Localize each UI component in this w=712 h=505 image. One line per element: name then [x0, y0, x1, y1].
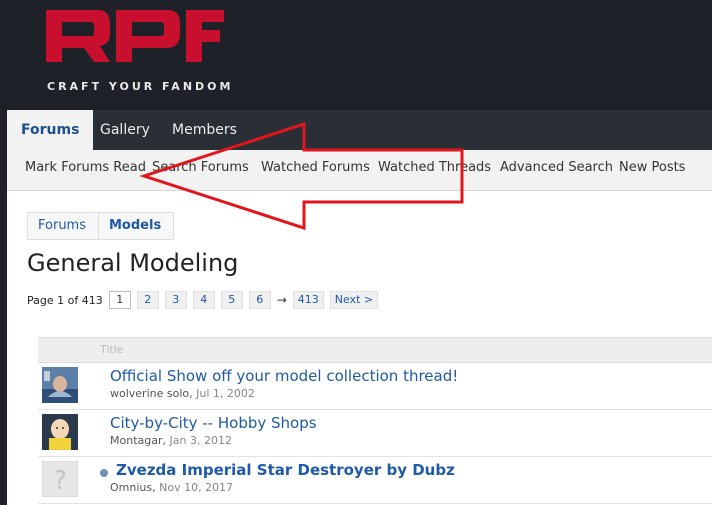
main-content: Forums Models General Modeling Page 1 of…: [7, 191, 712, 505]
thread-meta: Omnius, Nov 10, 2017: [110, 481, 234, 494]
main-nav: Forums Gallery Members: [7, 110, 712, 150]
thread-title-link[interactable]: Zvezda Imperial Star Destroyer by Dubz: [116, 461, 455, 479]
page-link-last[interactable]: 413: [292, 291, 324, 309]
thread-row: ? Zvezda Imperial Star Destroyer by Dubz…: [38, 457, 712, 504]
thread-date: Nov 10, 2017: [159, 481, 234, 494]
advanced-search-link[interactable]: Advanced Search: [500, 150, 613, 186]
thread-title-link[interactable]: City-by-City -- Hobby Shops: [110, 414, 317, 432]
page-link-6[interactable]: 6: [248, 291, 271, 309]
page-count-label: Page 1 of 413: [27, 293, 103, 307]
tagline: CRAFT YOUR FANDOM: [47, 80, 234, 93]
tab-forums[interactable]: Forums: [7, 110, 94, 150]
avatar[interactable]: [42, 414, 78, 450]
thread-row: Official Show off your model collection …: [38, 363, 712, 410]
new-posts-link[interactable]: New Posts: [619, 150, 685, 186]
watched-threads-link[interactable]: Watched Threads: [378, 150, 491, 186]
unread-indicator-icon: [100, 469, 108, 477]
svg-text:?: ?: [53, 466, 67, 496]
thread-date: Jan 3, 2012: [169, 434, 232, 447]
page-title: General Modeling: [27, 249, 239, 277]
breadcrumb-forums[interactable]: Forums: [28, 213, 99, 239]
page-link-4[interactable]: 4: [192, 291, 215, 309]
page-link-5[interactable]: 5: [220, 291, 243, 309]
thread-date: Jul 1, 2002: [196, 387, 255, 400]
breadcrumb-models[interactable]: Models: [99, 213, 173, 239]
watched-forums-link[interactable]: Watched Forums: [261, 150, 370, 186]
pagination: Page 1 of 413 1 2 3 4 5 6 → 413 Next >: [27, 291, 384, 309]
thread-title-link[interactable]: Official Show off your model collection …: [110, 367, 458, 385]
thread-meta: wolverine solo, Jul 1, 2002: [110, 387, 255, 400]
forum-subnav: Mark Forums Read Search Forums Watched F…: [7, 150, 712, 191]
page-body: Forums Gallery Members Mark Forums Read …: [7, 110, 712, 505]
page-link-2[interactable]: 2: [136, 291, 159, 309]
breadcrumb: Forums Models: [27, 212, 175, 240]
thread-meta: Montagar, Jan 3, 2012: [110, 434, 232, 447]
rpf-logo[interactable]: [46, 10, 226, 76]
avatar[interactable]: ?: [41, 460, 79, 498]
skip-arrow-icon: →: [276, 293, 287, 307]
thread-list-header: Title: [38, 337, 712, 363]
next-page-link[interactable]: Next >: [329, 291, 379, 309]
page-link-1[interactable]: 1: [108, 291, 131, 309]
page-link-3[interactable]: 3: [164, 291, 187, 309]
tab-members[interactable]: Members: [158, 110, 251, 150]
site-header: CRAFT YOUR FANDOM: [0, 0, 712, 110]
thread-author[interactable]: Montagar: [110, 434, 163, 447]
tab-gallery[interactable]: Gallery: [86, 110, 164, 150]
thread-row: City-by-City -- Hobby Shops Montagar, Ja…: [38, 410, 712, 457]
thread-author[interactable]: Omnius: [110, 481, 152, 494]
mark-forums-read-link[interactable]: Mark Forums Read: [25, 150, 146, 186]
search-forums-link[interactable]: Search Forums: [152, 150, 249, 186]
thread-author[interactable]: wolverine solo: [110, 387, 189, 400]
title-column-header[interactable]: Title: [100, 343, 124, 356]
avatar[interactable]: [42, 367, 78, 403]
